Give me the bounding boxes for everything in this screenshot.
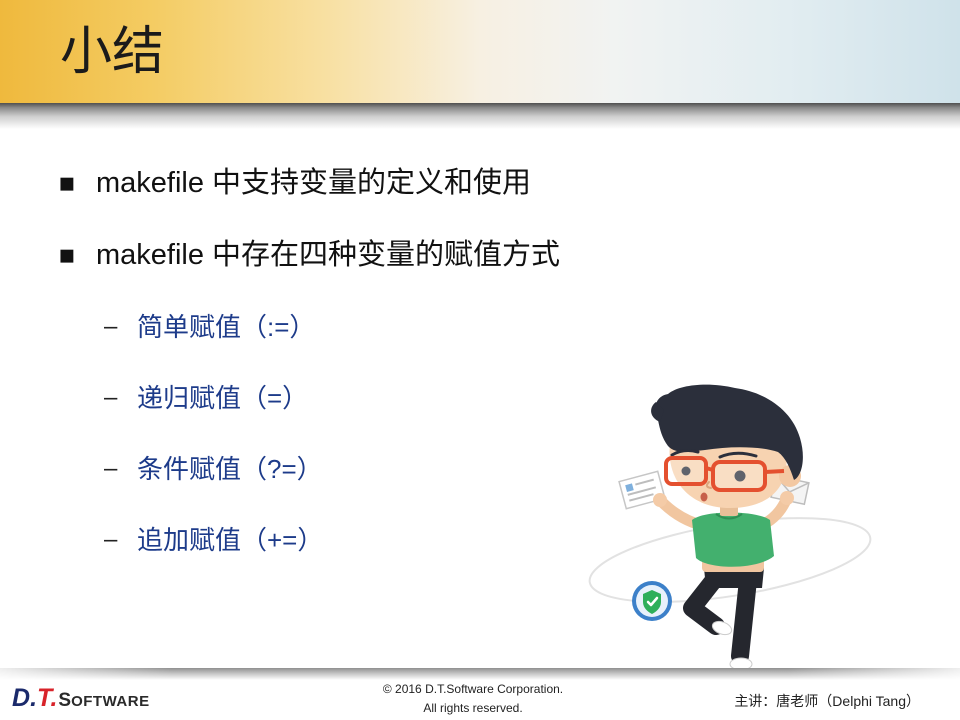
bullet-text: makefile 中存在四种变量的赋值方式 [96,239,561,271]
lecturer-credit: 主讲：唐老师（Delphi Tang） [734,693,920,709]
left-hand [653,493,667,507]
shield-check-icon [632,581,672,621]
footer-divider [0,668,960,680]
sub-bullet-text: 简单赋值（:=） [137,312,316,342]
sub-bullet-text: 追加赋值（+=） [137,525,324,555]
right-hand [780,491,794,505]
sub-bullet-marker: – [104,384,118,411]
header-shadow [0,103,960,129]
dt-software-logo: D.T.SOFTWARE [12,684,150,712]
bullet-marker: ▪ [58,168,76,198]
logo-letter: D [12,684,31,712]
logo-letter: . [50,684,58,712]
logo-letter: . [30,684,38,712]
sub-bullet-text: 递归赋值（=） [137,383,309,413]
copyright-line-2: All rights reserved. [423,701,523,715]
logo-letter: T [37,684,51,712]
sub-bullet-marker: – [104,526,118,553]
mouth [700,492,708,502]
green-shirt [692,512,774,567]
sub-bullet-marker: – [104,313,118,340]
logo-letter: OFTWARE [71,693,150,710]
sub-bullet-marker: – [104,455,118,482]
copyright-line-1: © 2016 D.T.Software Corporation. [382,682,564,696]
cartoon-character-illustration [588,384,872,671]
bullet-marker: ▪ [58,240,76,270]
logo-letter: S [58,690,72,711]
bullet-text: makefile 中支持变量的定义和使用 [96,167,532,199]
right-leg [731,571,757,665]
slide-title: 小结 [60,23,165,81]
slide: 小结 ▪ makefile 中支持变量的定义和使用 ▪ makefile 中存在… [0,0,960,720]
sub-bullet-text: 条件赋值（?=） [137,454,323,484]
